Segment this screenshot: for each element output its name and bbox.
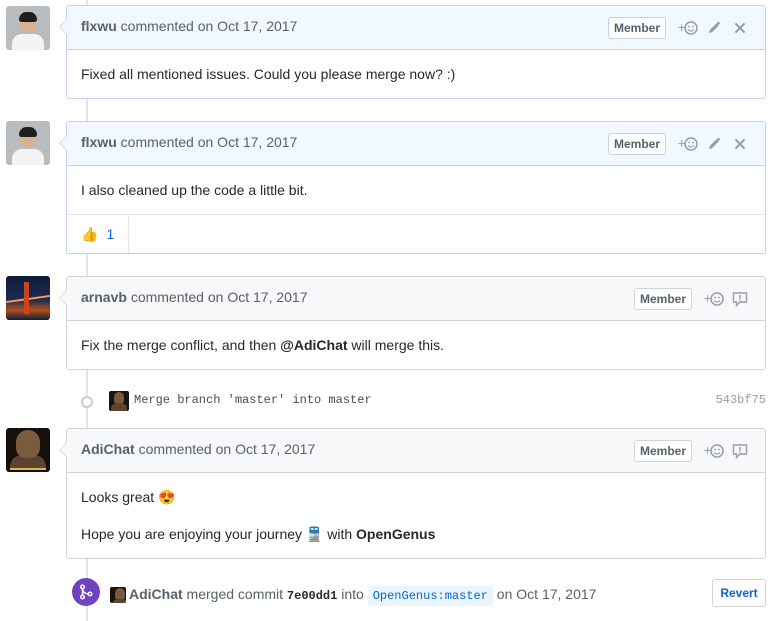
comment-text: Fixed all mentioned issues. Could you pl…: [81, 66, 456, 82]
x-icon[interactable]: [729, 134, 751, 154]
comment-verb: commented: [130, 289, 204, 305]
reaction-count: 1: [106, 226, 115, 242]
comment-body: I also cleaned up the code a little bit.: [67, 166, 765, 214]
comment-date[interactable]: on Oct 17, 2017: [216, 441, 316, 457]
merge-event: AdiChat merged commit 7e00dd1 into OpenG…: [0, 578, 771, 610]
comment-body: Fix the merge conflict, and then @AdiCha…: [67, 321, 765, 369]
member-badge: Member: [607, 16, 666, 39]
comment-author[interactable]: flxwu: [81, 18, 117, 34]
avatar-adichat[interactable]: [6, 428, 50, 472]
git-merge-icon: [72, 578, 100, 606]
comment-verb: commented: [120, 18, 194, 34]
avatar-arnavb[interactable]: [6, 276, 50, 320]
smiley-plus-icon[interactable]: +: [677, 134, 699, 154]
comment-header: flxwu commented on Oct 17, 2017 Member +: [67, 122, 765, 166]
comment-header: arnavb commented on Oct 17, 2017 Member …: [67, 277, 765, 321]
user-mention[interactable]: @AdiChat: [280, 337, 347, 353]
commit-icon: [81, 396, 93, 408]
comment-date[interactable]: on Oct 17, 2017: [208, 289, 308, 305]
commit-event: Merge branch 'master' into master 543bf7…: [0, 389, 771, 413]
comment-verb: commented: [138, 441, 212, 457]
merger-avatar[interactable]: [110, 587, 126, 603]
commit-message[interactable]: Merge branch 'master' into master: [134, 393, 372, 407]
comment-author[interactable]: arnavb: [81, 289, 127, 305]
comment-author[interactable]: AdiChat: [81, 441, 135, 457]
train-emoji-icon: 🚆: [305, 526, 324, 542]
comment-body: Looks great 😍 Hope you are enjoying your…: [67, 473, 765, 558]
pencil-icon[interactable]: [703, 18, 725, 38]
comment-reply-icon[interactable]: [729, 289, 751, 309]
member-badge: Member: [607, 132, 666, 155]
bold-text: OpenGenus: [356, 526, 436, 542]
avatar-flxwu[interactable]: [6, 121, 50, 165]
x-icon[interactable]: [729, 18, 751, 38]
comment-verb: commented: [120, 134, 194, 150]
merge-description: AdiChat merged commit 7e00dd1 into OpenG…: [129, 586, 596, 606]
commit-author-avatar[interactable]: [109, 391, 129, 411]
comment-header: AdiChat commented on Oct 17, 2017 Member…: [67, 429, 765, 473]
comment-4: AdiChat commented on Oct 17, 2017 Member…: [59, 428, 766, 559]
member-badge: Member: [633, 439, 692, 462]
merge-commit-sha[interactable]: 7e00dd1: [287, 589, 337, 603]
reactions-bar: 👍 1: [67, 214, 765, 253]
comment-text: I also cleaned up the code a little bit.: [81, 182, 308, 198]
commit-sha[interactable]: 543bf75: [716, 393, 766, 407]
thumbs-up-icon: 👍: [81, 225, 99, 242]
comment-date[interactable]: on Oct 17, 2017: [198, 18, 298, 34]
comment-author[interactable]: flxwu: [81, 134, 117, 150]
comment-text: Hope you are enjoying your journey 🚆 wit…: [81, 526, 436, 542]
avatar-flxwu[interactable]: [6, 6, 50, 50]
comment-date[interactable]: on Oct 17, 2017: [198, 134, 298, 150]
comment-header: flxwu commented on Oct 17, 2017 Member +: [67, 6, 765, 50]
smiley-plus-icon[interactable]: +: [703, 441, 725, 461]
thumbs-up-reaction-button[interactable]: 👍 1: [67, 215, 129, 253]
heart-eyes-emoji-icon: 😍: [158, 489, 176, 505]
comment-reply-icon[interactable]: [729, 441, 751, 461]
target-branch[interactable]: OpenGenus:master: [367, 586, 493, 606]
comment-3: arnavb commented on Oct 17, 2017 Member …: [59, 276, 766, 370]
comment-1: flxwu commented on Oct 17, 2017 Member +…: [59, 5, 766, 99]
revert-button[interactable]: Revert: [712, 579, 766, 607]
comment-text: Fix the merge conflict, and then @AdiCha…: [81, 337, 445, 353]
merge-author[interactable]: AdiChat: [129, 586, 183, 602]
comment-2: flxwu commented on Oct 17, 2017 Member +…: [59, 121, 766, 254]
comment-text: Looks great 😍: [81, 489, 176, 505]
member-badge: Member: [633, 287, 692, 310]
smiley-plus-icon[interactable]: +: [703, 289, 725, 309]
smiley-plus-icon[interactable]: +: [677, 18, 699, 38]
pencil-icon[interactable]: [703, 134, 725, 154]
comment-body: Fixed all mentioned issues. Could you pl…: [67, 50, 765, 98]
